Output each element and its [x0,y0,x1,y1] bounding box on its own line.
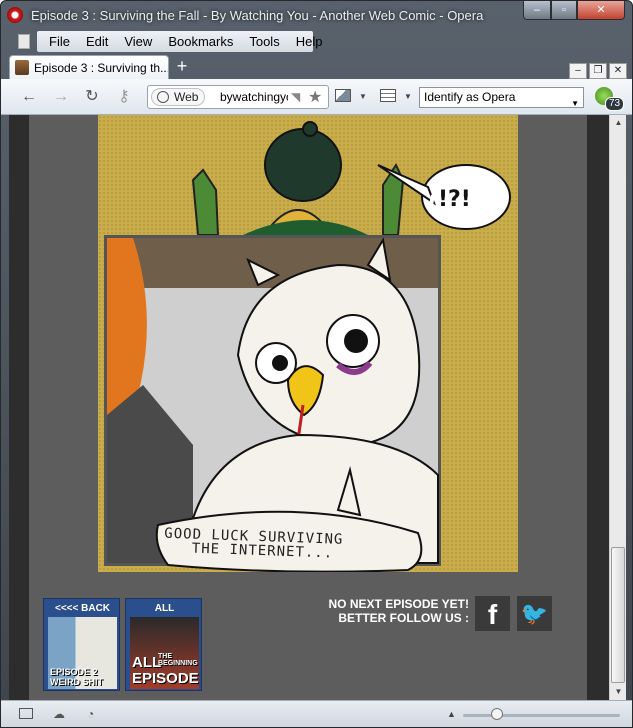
navigation-bar: ← → ↻ ⚷ Web bywatchingyou.com ◥ ★ ▼ ▼ Id… [1,79,632,115]
tab-episode-3[interactable]: Episode 3 : Surviving th... [9,55,169,79]
images-icon[interactable] [335,89,351,102]
opera-logo-icon[interactable] [7,7,23,23]
vertical-scrollbar[interactable]: ▲ ▼ [609,115,626,700]
page-content: !?! GOOD LUCK SURVIVING THE INTERNET... … [9,115,609,700]
view-dropdown-arrow-icon[interactable]: ▼ [404,92,412,101]
url-text[interactable]: bywatchingyou.com [220,90,288,104]
menu-bookmarks[interactable]: Bookmarks [168,34,233,49]
tab-label: Episode 3 : Surviving th... [34,61,169,75]
forward-button[interactable]: → [50,86,72,108]
facebook-icon[interactable]: f [475,596,510,631]
web-label: Web [174,90,199,104]
menu-tools[interactable]: Tools [249,34,279,49]
follow-line-2: BETTER FOLLOW US : [338,611,469,625]
back-episode-link[interactable]: <<<< BACK EPISODE 2 WEIRD SHIT [43,598,120,691]
zoom-arrow-icon[interactable]: ▲ [447,709,456,719]
chevron-down-icon: ▼ [571,99,579,108]
follow-message: NO NEXT EPISODE YET! BETTER FOLLOW US : [299,597,469,625]
menu-row: File Edit View Bookmarks Tools Help – ❐ … [1,30,632,79]
scrollbar-thumb[interactable] [611,547,625,683]
minimize-button[interactable]: – [523,1,551,20]
wand-key-icon[interactable]: ⚷ [113,86,135,108]
cloud-icon[interactable]: ☁ [53,708,67,720]
all-label: ALL [154,603,175,614]
comic-panel: !?! GOOD LUCK SURVIVING THE INTERNET... [98,115,518,572]
all-caption-line-1: ALL [132,654,162,671]
globe-icon [157,91,169,103]
scroll-down-arrow-icon[interactable]: ▼ [610,684,627,700]
title-bar: Episode 3 : Surviving the Fall - By Watc… [1,1,632,30]
unite-count-badge: 73 [605,97,625,111]
new-tab-button[interactable]: + [171,57,193,77]
speech-bubble-text: !?! [438,187,471,212]
feed-icon[interactable]: ◥ [291,90,300,104]
identify-as-value: Identify as Opera [424,90,516,104]
page-right-border [587,115,609,700]
zoom-slider-thumb[interactable] [491,708,503,720]
identify-as-select[interactable]: Identify as Opera ▼ [419,87,584,108]
view-icon[interactable] [380,89,396,102]
follow-line-1: NO NEXT EPISODE YET! [328,597,469,611]
twitter-icon[interactable]: 🐦 [517,596,552,631]
close-button[interactable]: ✕ [577,1,625,20]
tab-bar: Episode 3 : Surviving th... + [1,54,632,79]
maximize-button[interactable]: ▫ [551,1,577,20]
comic-artwork [104,121,511,572]
tab-favicon-icon [15,60,29,75]
page-left-border [9,115,29,700]
status-bar: ☁ ◔ ▲ [1,700,632,727]
back-button[interactable]: ← [18,86,40,108]
address-field[interactable]: Web bywatchingyou.com ◥ ★ [147,85,329,109]
page-icon [18,34,30,49]
menu-file[interactable]: File [49,34,70,49]
images-dropdown-arrow-icon[interactable]: ▼ [359,92,367,101]
all-episodes-thumbnail: THE BEGINNING ALL EPISODES [130,617,199,689]
menu-help[interactable]: Help [296,34,323,49]
browser-window: Episode 3 : Surviving the Fall - By Watc… [0,0,633,728]
back-caption-line-1: EPISODE 2 [50,667,98,677]
window-title: Episode 3 : Surviving the Fall - By Watc… [31,8,484,23]
menu-bar: File Edit View Bookmarks Tools Help [37,31,322,52]
speed-dial-gauge-icon[interactable]: ◔ [87,708,101,720]
menu-edit[interactable]: Edit [86,34,108,49]
menu-view[interactable]: View [124,34,152,49]
bookmark-star-icon[interactable]: ★ [308,87,322,107]
reload-button[interactable]: ↻ [81,86,103,108]
all-caption-line-2: EPISODES [132,670,199,687]
scroll-up-arrow-icon[interactable]: ▲ [610,115,627,131]
back-caption-line-2: WEIRD SHIT [50,677,103,687]
all-episodes-link[interactable]: ALL THE BEGINNING ALL EPISODES [125,598,202,691]
panel-toggle-icon[interactable] [19,708,33,719]
back-label: <<<< BACK [54,603,111,614]
back-episode-thumbnail: EPISODE 2 WEIRD SHIT [48,617,117,689]
zoom-slider-track[interactable] [463,714,620,717]
web-security-badge[interactable]: Web [151,88,206,106]
